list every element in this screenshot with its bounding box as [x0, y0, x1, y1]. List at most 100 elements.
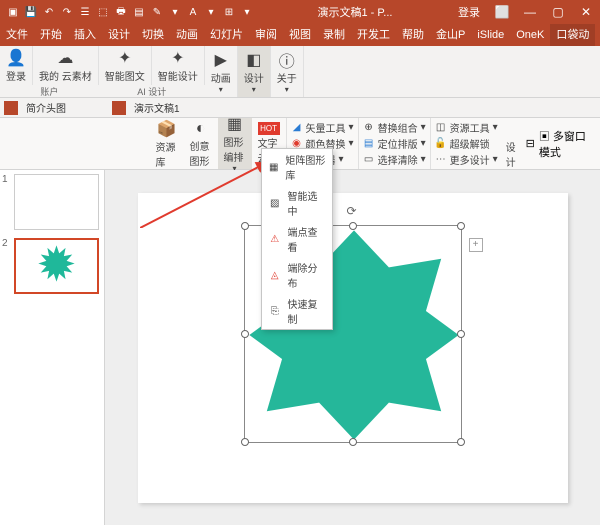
- shape-arrange-button[interactable]: ▦图形编排▾: [218, 118, 252, 169]
- save-icon[interactable]: 💾: [24, 5, 38, 19]
- design-button[interactable]: ◧设计▾: [238, 46, 271, 97]
- remove-distribute-item[interactable]: ◬端除分布: [262, 257, 332, 293]
- super-unlock-button[interactable]: 🔓超级解锁: [435, 136, 498, 152]
- tab-slideshow[interactable]: 幻灯片: [204, 24, 249, 46]
- tab-design[interactable]: 设计: [102, 24, 136, 46]
- copy-icon: ⎘: [268, 306, 281, 317]
- matrix-shapes-item[interactable]: ▦矩阵图形库: [262, 149, 332, 185]
- resource-tool-button[interactable]: ◫资源工具 ▾: [435, 120, 498, 136]
- rotate-handle[interactable]: ⟳: [347, 204, 357, 218]
- undo-icon[interactable]: ↶: [42, 5, 56, 19]
- ribbon-upper: 👤登录 ☁我的 云素材 账户 ✦智能图文 ✦智能设计 AI 设计 ▶动画▾ ◧设…: [0, 46, 600, 98]
- quick-access-toolbar: ▣ 💾 ↶ ↷ ☰ ⬚ 🖶 ▤ ✎ ▾ A ▾ ⊞ ▾: [0, 5, 260, 19]
- tools-column-2: ⊕替换组合 ▾ ▤定位排版 ▾ ▭选择清除 ▾: [358, 118, 430, 169]
- tab-animation[interactable]: 动画: [170, 24, 204, 46]
- tab-islide[interactable]: iSlide: [471, 24, 510, 46]
- resize-handle[interactable]: [349, 438, 357, 446]
- star-shape-icon: ✹: [36, 237, 76, 293]
- replace-combine-button[interactable]: ⊕替换组合 ▾: [363, 120, 426, 136]
- animation-button[interactable]: ▶动画▾: [205, 46, 238, 97]
- vector-icon: ◢: [291, 122, 303, 134]
- arrange-icon: ▦: [224, 114, 246, 134]
- close-button[interactable]: ✕: [572, 0, 600, 24]
- doc-tab[interactable]: 演示文稿1: [134, 100, 180, 115]
- smart-design-button[interactable]: ✦智能设计: [152, 46, 205, 85]
- smart-select-item[interactable]: ▨智能选中: [262, 185, 332, 221]
- position-layout-button[interactable]: ▤定位排版 ▾: [363, 136, 426, 152]
- tab-file[interactable]: 文件: [0, 24, 34, 46]
- canvas[interactable]: ⟳ +: [105, 170, 600, 525]
- extend-handle[interactable]: +: [469, 238, 483, 252]
- slide-number: 2: [2, 238, 8, 249]
- menu-bar: 文件 开始 插入 设计 切换 动画 幻灯片 审阅 视图 录制 开发工 帮助 金山…: [0, 24, 600, 46]
- remove-icon: ◬: [268, 270, 281, 281]
- tab-review[interactable]: 审阅: [249, 24, 283, 46]
- doc-icon: [4, 101, 18, 115]
- tab-help[interactable]: 帮助: [396, 24, 430, 46]
- qat-icon[interactable]: A: [186, 5, 200, 19]
- tools-column-3: ◫资源工具 ▾ 🔓超级解锁 ⋯更多设计 ▾: [430, 118, 502, 169]
- tab-onek[interactable]: OneK: [510, 24, 550, 46]
- slide: ⟳ +: [138, 193, 568, 503]
- tab-dev[interactable]: 开发工: [351, 24, 396, 46]
- resource-icon: ◫: [435, 122, 447, 134]
- cloud-assets-button[interactable]: ☁我的 云素材: [33, 46, 99, 85]
- resize-handle[interactable]: [457, 330, 465, 338]
- vector-tool-button[interactable]: ◢矢量工具 ▾: [291, 120, 354, 136]
- endpoint-view-item[interactable]: ⚠端点查看: [262, 221, 332, 257]
- redo-icon[interactable]: ↷: [60, 5, 74, 19]
- resize-handle[interactable]: [457, 222, 465, 230]
- creative-shape-button[interactable]: ◐创意图形: [184, 118, 218, 169]
- qat-icon[interactable]: ▤: [132, 5, 146, 19]
- login-button[interactable]: 👤登录: [0, 46, 33, 85]
- min-button[interactable]: ⬜: [488, 0, 516, 24]
- qat-icon[interactable]: ▾: [204, 5, 218, 19]
- tab-record[interactable]: 录制: [317, 24, 351, 46]
- matrix-icon: ▦: [268, 162, 279, 173]
- resize-handle[interactable]: [241, 330, 249, 338]
- tab-newbuild[interactable]: 新建造: [595, 24, 600, 46]
- more-icon: ⋯: [435, 154, 447, 166]
- maximize-button[interactable]: ▢: [544, 0, 572, 24]
- box-icon: 📦: [156, 119, 178, 139]
- tab-home[interactable]: 开始: [34, 24, 68, 46]
- doc-tab[interactable]: 简介头图: [26, 100, 66, 115]
- resource-lib-button[interactable]: 📦资源库: [150, 118, 184, 169]
- document-tab-bar: 简介头图 演示文稿1: [0, 98, 600, 118]
- qat-icon[interactable]: ☰: [78, 5, 92, 19]
- qat-icon[interactable]: 🖶: [114, 5, 128, 19]
- resize-handle[interactable]: [457, 438, 465, 446]
- align-icon: ▤: [363, 138, 375, 150]
- select-icon: ▭: [363, 154, 375, 166]
- qat-icon[interactable]: ▾: [168, 5, 182, 19]
- tab-view[interactable]: 视图: [283, 24, 317, 46]
- resize-handle[interactable]: [241, 438, 249, 446]
- tab-jinshan[interactable]: 金山P: [430, 24, 471, 46]
- slide-thumb-2[interactable]: 2 ✹: [4, 238, 100, 294]
- endpoint-icon: ⚠: [268, 234, 281, 245]
- group-label-design: 设计: [506, 139, 516, 169]
- slide-thumb-1[interactable]: 1: [4, 174, 100, 230]
- qat-icon[interactable]: ⬚: [96, 5, 110, 19]
- login-link[interactable]: 登录: [450, 4, 488, 20]
- resize-handle[interactable]: [349, 222, 357, 230]
- minimize-button[interactable]: —: [516, 0, 544, 24]
- shape-arrange-dropdown: ▦矩阵图形库 ▨智能选中 ⚠端点查看 ◬端除分布 ⎘快速复制: [261, 148, 333, 330]
- design-icon: ◧: [244, 50, 264, 70]
- tab-pocket[interactable]: 口袋动: [550, 24, 595, 46]
- tab-transition[interactable]: 切换: [136, 24, 170, 46]
- qat-icon[interactable]: ✎: [150, 5, 164, 19]
- slide-number: 1: [2, 174, 8, 185]
- resize-handle[interactable]: [241, 222, 249, 230]
- about-button[interactable]: ⓘ关于▾: [271, 46, 304, 97]
- select-clear-button[interactable]: ▭选择清除 ▾: [363, 152, 426, 168]
- qat-icon[interactable]: ⊞: [222, 5, 236, 19]
- tab-insert[interactable]: 插入: [68, 24, 102, 46]
- pin-icon[interactable]: ⊟: [526, 137, 535, 150]
- cloud-icon: ☁: [55, 48, 75, 68]
- quick-copy-item[interactable]: ⎘快速复制: [262, 293, 332, 329]
- more-design-button[interactable]: ⋯更多设计 ▾: [435, 152, 498, 168]
- multi-window-button[interactable]: ▣ 多窗口模式: [539, 128, 594, 160]
- qat-icon[interactable]: ▾: [240, 5, 254, 19]
- smart-graphic-button[interactable]: ✦智能图文: [99, 46, 152, 85]
